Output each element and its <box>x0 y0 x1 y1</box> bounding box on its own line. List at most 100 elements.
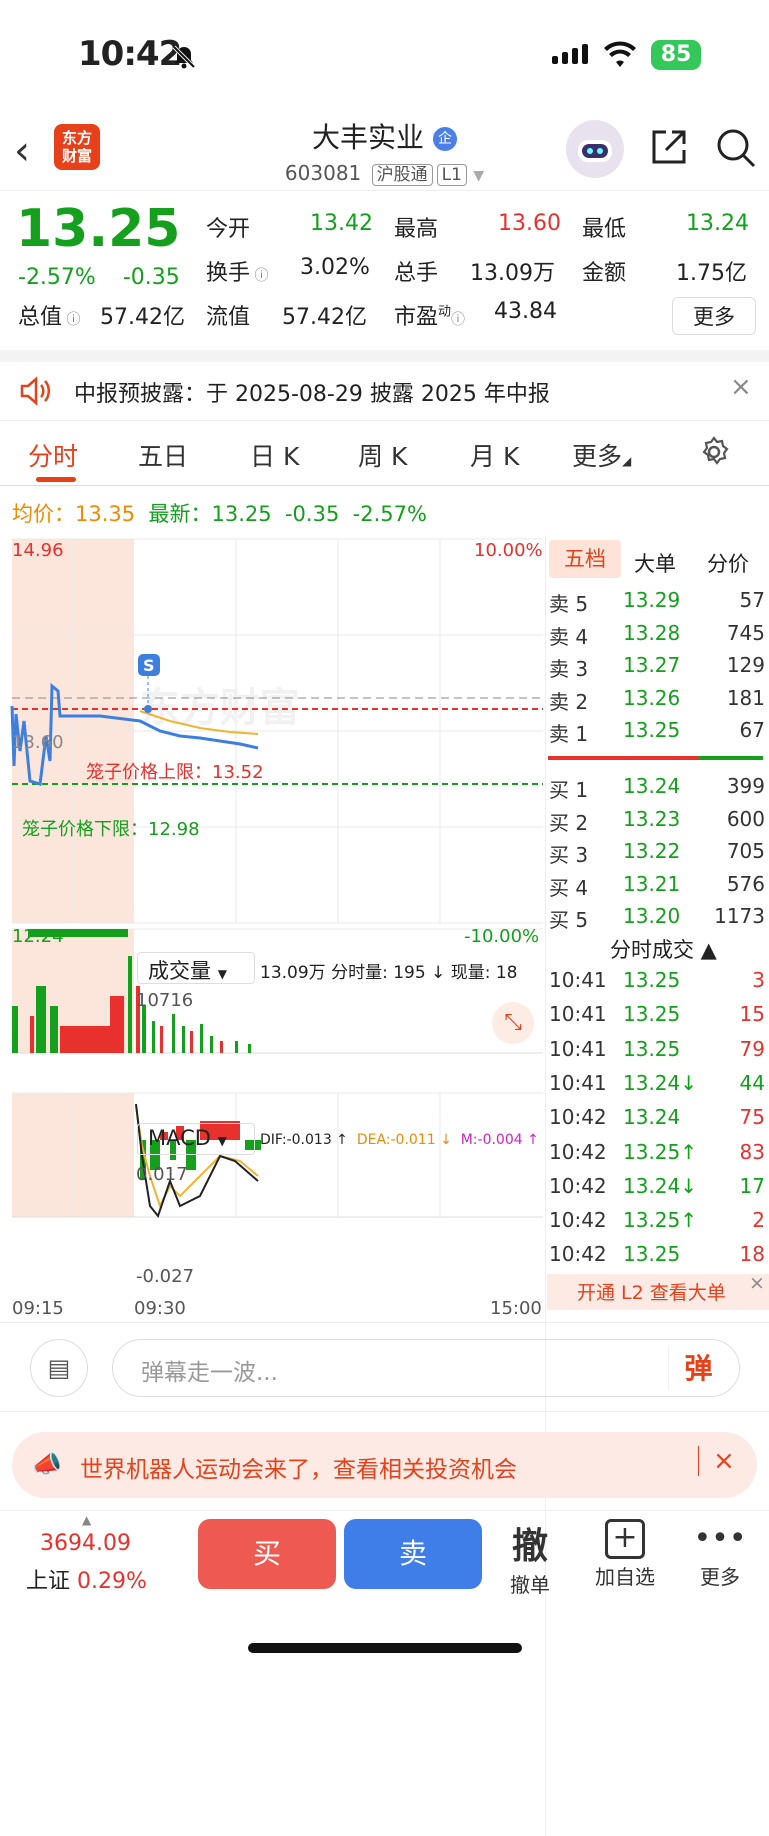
bid-row[interactable]: 买 2 13.23 600 <box>549 803 769 835</box>
trade-qty: 2 <box>752 1208 765 1233</box>
buy-button[interactable]: 买 <box>198 1519 336 1589</box>
speaker-icon <box>20 376 50 406</box>
danmu-send-button[interactable]: 弹 <box>668 1347 728 1389</box>
search-icon[interactable] <box>714 126 758 170</box>
add-watchlist-button[interactable]: + 加自选 <box>588 1517 662 1590</box>
l2-upsell[interactable]: 开通 L2 查看大单 × <box>547 1272 769 1310</box>
ask-row[interactable]: 卖 2 13.26 181 <box>549 682 769 714</box>
close-icon[interactable]: × <box>730 372 752 402</box>
trade-qty: 44 <box>739 1070 765 1095</box>
tab-daily[interactable]: 日 K <box>250 437 299 473</box>
trade-row[interactable]: 10:41 13.25 79 <box>549 1033 769 1065</box>
settings-gear-icon[interactable] <box>697 435 731 469</box>
more-menu-button[interactable]: ••• 更多 <box>690 1517 750 1590</box>
cancel-order-button[interactable]: 撤撤单 <box>500 1517 560 1598</box>
battery-icon: 85 <box>651 40 701 70</box>
bid-row[interactable]: 买 5 13.20 1173 <box>549 900 769 932</box>
last-price: 13.25 <box>16 199 181 259</box>
ask-qty: 745 <box>726 620 765 645</box>
index-name: 上证 <box>26 1569 71 1594</box>
tab-big-orders[interactable]: 大单 <box>634 548 676 578</box>
trade-price: 13.24↓ <box>623 1070 698 1095</box>
trade-row[interactable]: 10:42 13.25 18 <box>549 1238 769 1270</box>
tab-weekly[interactable]: 周 K <box>358 437 407 473</box>
price-info-line: 均价：13.35 最新：13.25 -0.35 -2.57% <box>12 498 427 528</box>
trade-row[interactable]: 10:41 13.25 3 <box>549 964 769 996</box>
volume-indicator-select[interactable]: 成交量 ▼ <box>137 952 255 984</box>
sell-button[interactable]: 卖 <box>344 1519 482 1589</box>
info-icon: ⓘ <box>250 268 269 284</box>
notice-bar[interactable]: 中报预披露：于 2025-08-29 披露 2025 年中报 × <box>0 360 769 420</box>
quote-panel: 13.25 -2.57% -0.35 今开 13.42 最高 13.60 最低 … <box>0 190 769 350</box>
promo-banner[interactable]: 📣 世界机器人运动会来了，查看相关投资机会 × <box>12 1432 757 1498</box>
ask-row[interactable]: 卖 4 13.28 745 <box>549 617 769 649</box>
tab-price-dist[interactable]: 分价 <box>707 548 749 578</box>
m-value: M:-0.004 ↑ <box>460 1132 539 1148</box>
danmu-bar: ▤ 弹幕走一波... 弹 <box>0 1322 769 1412</box>
cancel-label: 撤单 <box>510 1573 550 1597</box>
index-value[interactable]: 3694.09 <box>40 1531 131 1556</box>
bid-row[interactable]: 买 1 13.24 399 <box>549 770 769 802</box>
add-label: 加自选 <box>595 1565 655 1589</box>
low-value: 13.24 <box>686 211 749 236</box>
share-icon[interactable] <box>648 126 690 168</box>
ask-row[interactable]: 卖 5 13.29 57 <box>549 584 769 616</box>
ask-label: 卖 5 <box>549 592 589 616</box>
danmu-input[interactable]: 弹幕走一波... <box>112 1339 740 1397</box>
time-start: 09:15 <box>12 1298 64 1319</box>
bid-label: 买 5 <box>549 908 589 932</box>
trade-row[interactable]: 10:42 13.24↓ 17 <box>549 1170 769 1202</box>
more-label: 更多 <box>700 1565 740 1589</box>
index-info[interactable]: 上证 0.29% <box>26 1563 147 1595</box>
close-icon[interactable]: × <box>698 1446 735 1476</box>
danmu-settings-icon[interactable]: ▤ <box>30 1339 88 1397</box>
more-button[interactable]: 更多 <box>672 297 756 335</box>
chart-tabs: 分时 五日 日 K 周 K 月 K 更多◢ <box>0 420 769 486</box>
bid-ask-bar <box>548 756 763 760</box>
trade-row[interactable]: 10:42 13.24 75 <box>549 1101 769 1133</box>
promo-text: 世界机器人运动会来了，查看相关投资机会 <box>80 1457 517 1483</box>
close-icon[interactable]: × <box>749 1272 765 1294</box>
trade-row[interactable]: 10:41 13.25 15 <box>549 998 769 1030</box>
stock-header: ‹ 东方 财富 大丰实业 企 603081 沪股通 L1 ▼ <box>0 110 769 190</box>
bid-row[interactable]: 买 3 13.22 705 <box>549 835 769 867</box>
mktcap-label[interactable]: 总值 ⓘ <box>18 299 80 331</box>
expand-icon[interactable]: ⤡ <box>492 1002 534 1044</box>
open-value: 13.42 <box>310 211 373 236</box>
trade-row[interactable]: 10:42 13.25↑ 2 <box>549 1204 769 1236</box>
macd-label: MACD <box>148 1126 211 1150</box>
volume-panel <box>12 928 543 1054</box>
turnover-value: 3.02% <box>300 255 370 280</box>
trade-qty: 3 <box>752 968 765 992</box>
tab-5day[interactable]: 五日 <box>138 437 188 473</box>
assistant-robot-icon[interactable] <box>566 120 624 178</box>
tab-five-levels[interactable]: 五档 <box>549 540 621 578</box>
bid-price: 13.22 <box>623 839 681 863</box>
enterprise-badge-icon: 企 <box>432 127 457 151</box>
ask-label: 卖 2 <box>549 689 589 714</box>
trade-row[interactable]: 10:42 13.25↑ 83 <box>549 1136 769 1168</box>
pe-label[interactable]: 市盈动ⓘ <box>394 299 465 331</box>
tab-more[interactable]: 更多◢ <box>572 437 631 473</box>
bottom-toolbar: ▲ 3694.09 上证 0.29% 买 卖 撤撤单 + 加自选 ••• 更多 <box>0 1510 769 1665</box>
avg-label: 均价： <box>12 502 75 526</box>
ask-qty: 57 <box>739 588 765 612</box>
bid-price: 13.20 <box>623 904 681 928</box>
high-value: 13.60 <box>498 211 561 236</box>
volume-info: 13.09万 分时量: 195 ↓ 现量: 18 <box>260 963 518 983</box>
field-label: 市盈 <box>394 305 439 330</box>
tab-monthly[interactable]: 月 K <box>470 437 519 473</box>
ask-row[interactable]: 卖 1 13.25 67 <box>549 714 769 746</box>
status-bar: 10:42 85 <box>0 0 769 110</box>
ask-row[interactable]: 卖 3 13.27 129 <box>549 649 769 681</box>
field-label: 流值 <box>206 305 251 330</box>
tab-intraday[interactable]: 分时 <box>28 437 78 473</box>
info-icon: ⓘ <box>451 312 466 328</box>
trade-row[interactable]: 10:41 13.24↓ 44 <box>549 1067 769 1099</box>
chevron-down-icon: ▼ <box>473 168 485 184</box>
turnover-label[interactable]: 换手 ⓘ <box>206 255 268 287</box>
trades-title[interactable]: 分时成交 ▲ <box>610 934 717 964</box>
macd-indicator-select[interactable]: MACD ▼ <box>137 1123 255 1155</box>
bid-row[interactable]: 买 4 13.21 576 <box>549 868 769 900</box>
cage-lower-label: 笼子价格下限：12.98 <box>22 819 200 840</box>
